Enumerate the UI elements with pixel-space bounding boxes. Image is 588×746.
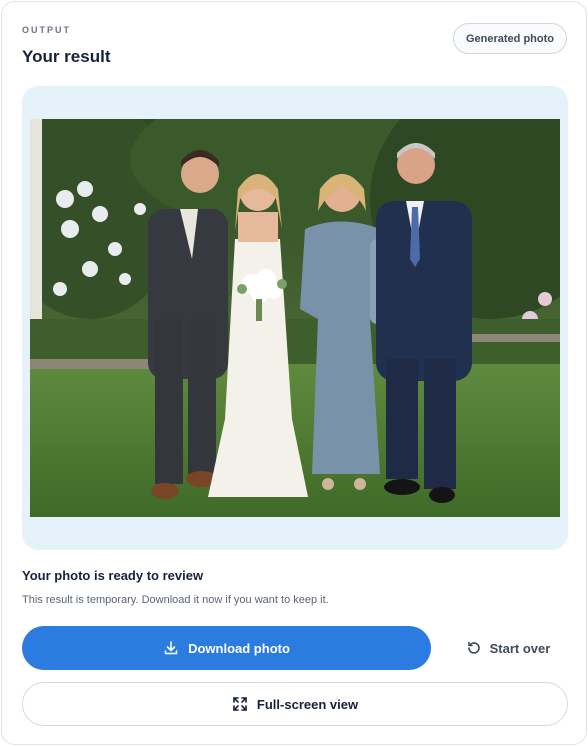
- start-over-button[interactable]: Start over: [448, 626, 568, 670]
- status-title: Your photo is ready to review: [22, 568, 204, 583]
- download-photo-label: Download photo: [188, 640, 290, 656]
- section-eyebrow: OUTPUT: [22, 25, 71, 35]
- photo-illustration: [30, 119, 560, 517]
- page-title: Your result: [22, 47, 111, 66]
- full-screen-view-label: Full-screen view: [256, 696, 359, 712]
- result-card: OUTPUT Your result Generated photo Your …: [1, 1, 587, 745]
- generated-photo-chip: Generated photo: [452, 23, 567, 54]
- status-subtitle: This result is temporary. Download it no…: [22, 594, 329, 606]
- result-photo[interactable]: [30, 119, 560, 517]
- restart-icon: [466, 640, 482, 656]
- start-over-label: Start over: [489, 640, 551, 656]
- download-icon: [163, 640, 179, 656]
- photo-panel: [22, 86, 568, 550]
- download-photo-button[interactable]: Download photo: [22, 626, 431, 670]
- expand-icon: [232, 696, 248, 712]
- full-screen-view-button[interactable]: Full-screen view: [22, 682, 568, 726]
